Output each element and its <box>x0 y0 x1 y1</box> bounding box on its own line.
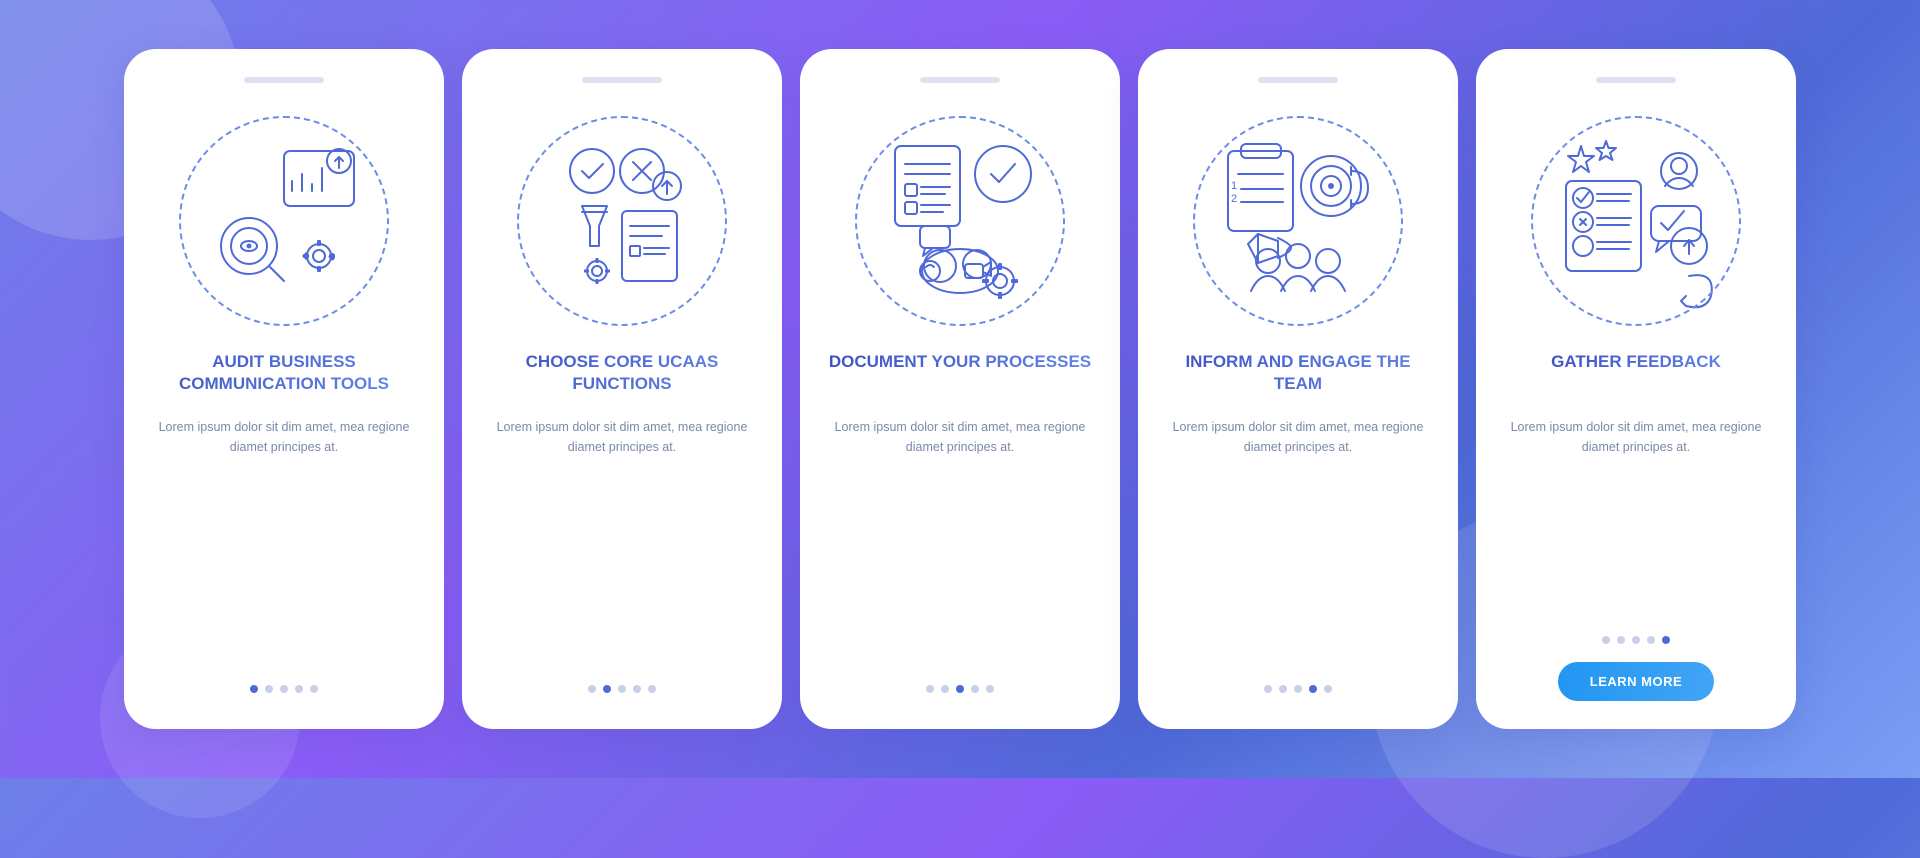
phone-card-5: GATHER FEEDBACK Lorem ipsum dolor sit di… <box>1476 49 1796 729</box>
dashed-circle-3 <box>855 116 1065 326</box>
illustration-4: 1 2 <box>1178 101 1418 341</box>
card-title-1: AUDIT BUSINESS COMMUNICATION TOOLS <box>148 351 420 403</box>
phone-notch-5 <box>1596 77 1676 83</box>
dot-1-4 <box>295 685 303 693</box>
dot-5-1 <box>1602 636 1610 644</box>
illustration-1 <box>164 101 404 341</box>
dot-3-5 <box>986 685 994 693</box>
phone-card-4: 1 2 <box>1138 49 1458 729</box>
dot-5-2 <box>1617 636 1625 644</box>
dot-2-1 <box>588 685 596 693</box>
dots-row-4 <box>1264 685 1332 693</box>
card-title-2: CHOOSE CORE UCAAS FUNCTIONS <box>486 351 758 403</box>
phone-card-3: DOCUMENT YOUR PROCESSES Lorem ipsum dolo… <box>800 49 1120 729</box>
phone-notch-2 <box>582 77 662 83</box>
dot-3-1 <box>926 685 934 693</box>
illustration-3 <box>840 101 1080 341</box>
dot-1-2 <box>265 685 273 693</box>
dot-4-3 <box>1294 685 1302 693</box>
dashed-circle-5 <box>1531 116 1741 326</box>
dashed-circle-1 <box>179 116 389 326</box>
dot-2-4 <box>633 685 641 693</box>
phone-card-2: CHOOSE CORE UCAAS FUNCTIONS Lorem ipsum … <box>462 49 782 729</box>
dot-3-4 <box>971 685 979 693</box>
dot-3-3 <box>956 685 964 693</box>
dot-1-5 <box>310 685 318 693</box>
dot-1-3 <box>280 685 288 693</box>
card-title-3: DOCUMENT YOUR PROCESSES <box>829 351 1091 403</box>
card-body-5: Lorem ipsum dolor sit dim amet, mea regi… <box>1500 417 1772 622</box>
dot-2-2 <box>603 685 611 693</box>
dot-4-4 <box>1309 685 1317 693</box>
card-body-2: Lorem ipsum dolor sit dim amet, mea regi… <box>486 417 758 671</box>
dot-2-5 <box>648 685 656 693</box>
phone-notch-4 <box>1258 77 1338 83</box>
illustration-2 <box>502 101 742 341</box>
learn-more-button[interactable]: LEARN MORE <box>1558 662 1714 701</box>
dot-5-5 <box>1662 636 1670 644</box>
dot-3-2 <box>941 685 949 693</box>
card-body-1: Lorem ipsum dolor sit dim amet, mea regi… <box>148 417 420 671</box>
card-body-3: Lorem ipsum dolor sit dim amet, mea regi… <box>824 417 1096 671</box>
card-title-4: INFORM AND ENGAGE THE TEAM <box>1162 351 1434 403</box>
dot-2-3 <box>618 685 626 693</box>
card-title-5: GATHER FEEDBACK <box>1551 351 1721 403</box>
dashed-circle-4 <box>1193 116 1403 326</box>
cards-container: AUDIT BUSINESS COMMUNICATION TOOLS Lorem… <box>84 19 1836 759</box>
dots-row-2 <box>588 685 656 693</box>
dot-4-5 <box>1324 685 1332 693</box>
dashed-circle-2 <box>517 116 727 326</box>
dots-row-1 <box>250 685 318 693</box>
dots-row-3 <box>926 685 994 693</box>
phone-card-1: AUDIT BUSINESS COMMUNICATION TOOLS Lorem… <box>124 49 444 729</box>
phone-notch-1 <box>244 77 324 83</box>
card-body-4: Lorem ipsum dolor sit dim amet, mea regi… <box>1162 417 1434 671</box>
dot-5-4 <box>1647 636 1655 644</box>
illustration-5 <box>1516 101 1756 341</box>
phone-notch-3 <box>920 77 1000 83</box>
dot-1-1 <box>250 685 258 693</box>
dot-4-2 <box>1279 685 1287 693</box>
dot-5-3 <box>1632 636 1640 644</box>
dots-row-5 <box>1602 636 1670 644</box>
dot-4-1 <box>1264 685 1272 693</box>
